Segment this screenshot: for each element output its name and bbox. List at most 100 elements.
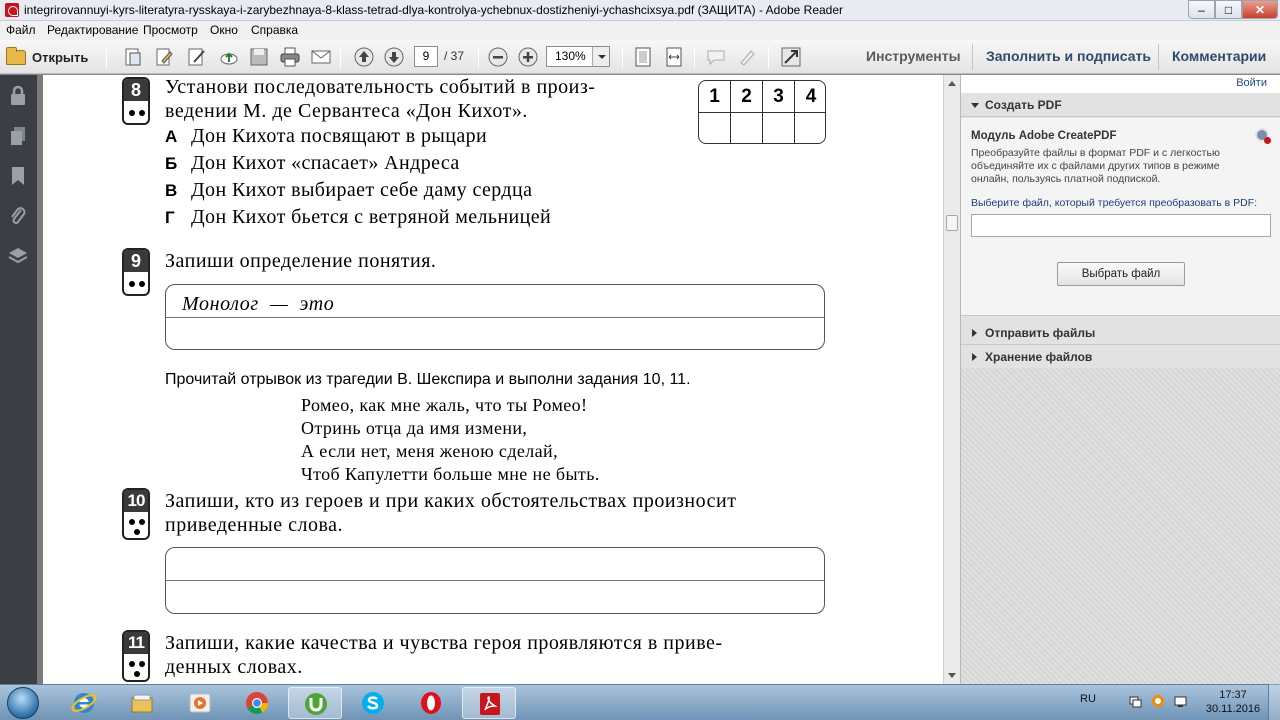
- taskbar-opera[interactable]: [404, 687, 458, 719]
- sign-icon[interactable]: [186, 46, 208, 68]
- document-area: 8 Установи последовательность событий в …: [37, 75, 943, 684]
- page-number-input[interactable]: 9: [414, 46, 438, 67]
- open-label: Открыть: [32, 49, 89, 65]
- volume-icon[interactable]: [1174, 694, 1188, 708]
- answer-box-10[interactable]: [165, 547, 825, 614]
- prev-page-icon[interactable]: [353, 46, 375, 68]
- start-button[interactable]: [3, 685, 41, 720]
- task-11-text-line1: Запиши, какие качества и чувства героя п…: [165, 632, 723, 654]
- scroll-up-icon[interactable]: [948, 77, 956, 86]
- create-pdf-icon[interactable]: [122, 46, 144, 68]
- task-10-text-line1: Запиши, кто из героев и при каких обстоя…: [165, 490, 737, 512]
- option-b: Б Дон Кихот «спасает» Андреса: [165, 152, 460, 174]
- choose-file-label: Выберите файл, который требуется преобра…: [971, 197, 1258, 209]
- attachment-icon[interactable]: [8, 205, 28, 227]
- tools-button[interactable]: Инструменты: [866, 48, 961, 64]
- close-button[interactable]: ✕: [1242, 0, 1278, 19]
- taskbar-media-player[interactable]: [173, 687, 227, 719]
- task-8-text-line1: Установи последовательность событий в пр…: [165, 76, 596, 98]
- definition-prompt: Монолог — это: [182, 293, 335, 315]
- login-link[interactable]: Войти: [1236, 77, 1267, 89]
- task-number-9: 9: [122, 248, 150, 296]
- task-number-8: 8: [122, 77, 150, 125]
- menu-view[interactable]: Просмотр: [143, 23, 198, 37]
- collapsed-arrow-icon: [972, 353, 981, 361]
- tray-clock[interactable]: 17:37 30.11.2016: [1200, 688, 1266, 716]
- task-8-text-line2: ведении М. де Сервантеса «Дон Кихот».: [165, 100, 528, 122]
- task-9-text: Запиши определение понятия.: [165, 250, 437, 272]
- minimize-button[interactable]: –: [1188, 0, 1215, 19]
- fit-width-icon[interactable]: [663, 46, 685, 68]
- grid-answer-cell[interactable]: [795, 113, 825, 143]
- taskbar-adobe-reader[interactable]: [462, 687, 516, 719]
- grid-header-1: 1: [699, 81, 731, 112]
- verse-line: А если нет, меня женою сделай,: [301, 441, 558, 461]
- taskbar-skype[interactable]: [346, 687, 400, 719]
- print-icon[interactable]: [279, 46, 301, 68]
- vertical-scrollbar[interactable]: [943, 75, 960, 684]
- grid-answer-cell[interactable]: [763, 113, 795, 143]
- chevron-down-icon[interactable]: [592, 47, 609, 66]
- media-player-icon: [189, 693, 211, 713]
- createpdf-settings-icon[interactable]: [1255, 128, 1271, 144]
- file-path-input[interactable]: [971, 214, 1271, 237]
- fit-page-icon[interactable]: [632, 46, 654, 68]
- scroll-thumb[interactable]: [946, 215, 958, 231]
- utorrent-icon: [305, 693, 327, 715]
- highlight-icon[interactable]: [736, 46, 758, 68]
- menu-help[interactable]: Справка: [251, 23, 298, 37]
- task-number-11: 11: [122, 630, 150, 682]
- zoom-select[interactable]: 130%: [546, 46, 610, 67]
- taskbar-utorrent[interactable]: [288, 687, 342, 719]
- menu-file[interactable]: Файл: [6, 23, 36, 37]
- skype-icon: [362, 692, 384, 714]
- collapsed-arrow-icon: [972, 329, 981, 337]
- grid-answer-cell[interactable]: [731, 113, 763, 143]
- adobe-reader-icon: [480, 693, 500, 715]
- zoom-out-icon[interactable]: [487, 46, 509, 68]
- edit-pdf-icon[interactable]: [153, 46, 175, 68]
- email-icon[interactable]: [310, 46, 332, 68]
- lock-icon[interactable]: [8, 85, 28, 107]
- fill-sign-button[interactable]: Заполнить и подписать: [986, 48, 1151, 64]
- taskbar-ie[interactable]: [57, 687, 111, 719]
- file-explorer-icon: [131, 694, 153, 713]
- show-desktop-button[interactable]: [1268, 684, 1280, 720]
- choose-file-button[interactable]: Выбрать файл: [1057, 262, 1185, 286]
- store-files-header[interactable]: Хранение файлов: [961, 345, 1280, 369]
- upload-cloud-icon[interactable]: [218, 46, 240, 68]
- taskbar-explorer[interactable]: [115, 687, 169, 719]
- folder-icon: [6, 46, 26, 65]
- bookmark-icon[interactable]: [8, 165, 28, 187]
- zoom-value: 130%: [555, 49, 586, 63]
- comments-button[interactable]: Комментарии: [1172, 48, 1266, 64]
- task-10-text-line2: приведенные слова.: [165, 514, 344, 536]
- pages-icon[interactable]: [8, 125, 28, 147]
- grid-header-4: 4: [805, 86, 817, 107]
- menu-window[interactable]: Окно: [210, 23, 238, 37]
- scroll-down-icon[interactable]: [948, 673, 956, 682]
- grid-answer-cell[interactable]: [699, 113, 731, 143]
- option-c: В Дон Кихот выбирает себе даму сердца: [165, 179, 533, 201]
- open-button[interactable]: Открыть: [6, 46, 88, 68]
- send-files-header[interactable]: Отправить файлы: [961, 321, 1280, 345]
- next-page-icon[interactable]: [383, 46, 405, 68]
- maximize-button[interactable]: □: [1215, 0, 1242, 19]
- network-icon[interactable]: [1128, 694, 1142, 708]
- layers-icon[interactable]: [8, 245, 28, 267]
- taskbar-chrome[interactable]: [230, 687, 284, 719]
- comment-icon[interactable]: [705, 46, 727, 68]
- task-number-10: 10: [122, 488, 150, 540]
- create-pdf-header[interactable]: Создать PDF: [961, 93, 1280, 117]
- clock-time: 17:37: [1219, 689, 1247, 701]
- answer-box-9[interactable]: Монолог — это: [165, 284, 825, 350]
- fullscreen-icon[interactable]: [780, 46, 802, 68]
- zoom-in-icon[interactable]: [517, 46, 539, 68]
- menu-edit[interactable]: Редактирование: [47, 23, 138, 37]
- title-bar: integrirovannuyi-kyrs-literatyra-rysskay…: [0, 0, 1280, 21]
- save-icon[interactable]: [248, 46, 270, 68]
- input-language[interactable]: RU: [1080, 693, 1096, 705]
- avast-icon[interactable]: [1151, 694, 1165, 708]
- task-11-text-line2: денных словах.: [165, 656, 303, 678]
- grid-header-2: 2: [731, 81, 763, 112]
